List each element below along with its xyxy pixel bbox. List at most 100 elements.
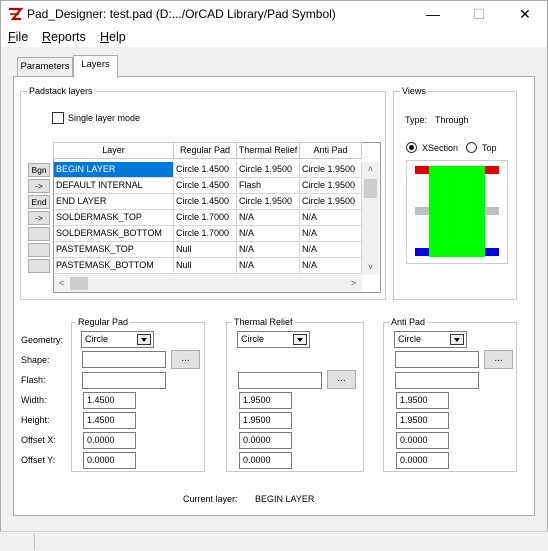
scroll-up-arrow-icon[interactable]: ˄ <box>362 162 379 177</box>
single-layer-mode-checkbox[interactable] <box>52 112 64 124</box>
grid-cell-layer[interactable]: DEFAULT INTERNAL <box>54 178 174 194</box>
editor-row-label: Offset Y: <box>21 455 56 465</box>
maximize-button[interactable]: ☐ <box>456 1 502 28</box>
xsection-radio[interactable] <box>406 142 417 153</box>
scroll-left-arrow-icon[interactable]: < <box>54 276 69 291</box>
menu-reports-mnemonic: R <box>42 30 52 44</box>
grid-header-anti-pad: Anti Pad <box>300 142 362 159</box>
regular-shape-field[interactable] <box>82 351 166 368</box>
grid-cell-thermal[interactable]: N/A <box>237 210 300 226</box>
regular-offset-y-field[interactable]: 0.0000 <box>83 452 136 469</box>
anti-shape-browse-button[interactable]: ... <box>484 350 513 369</box>
thermal-height-field[interactable]: 1.9500 <box>239 412 292 429</box>
thermal-offset-y-field[interactable]: 0.0000 <box>239 452 292 469</box>
grid-cell-layer[interactable]: PASTEMASK_TOP <box>54 242 174 258</box>
row-action-button[interactable]: -> <box>28 211 50 225</box>
editor-row-label: Width: <box>21 395 47 405</box>
scroll-down-arrow-icon[interactable]: ˅ <box>362 260 379 275</box>
pad-barrel-shape <box>429 166 485 257</box>
grid-cell-regular[interactable]: Circle 1.7000 <box>174 210 237 226</box>
menu-reports[interactable]: Reports <box>42 27 86 47</box>
grid-cell-layer[interactable]: END LAYER <box>54 194 174 210</box>
thermal-width-field[interactable]: 1.9500 <box>239 392 292 409</box>
anti-height-field[interactable]: 1.9500 <box>396 412 449 429</box>
anti-flash-field[interactable] <box>395 372 479 389</box>
grid-cell-anti[interactable]: Circle 1.9500 <box>300 178 362 194</box>
menu-file-mnemonic: F <box>8 30 16 44</box>
anti-offset-y-field[interactable]: 0.0000 <box>396 452 449 469</box>
regular-width-field[interactable]: 1.4500 <box>83 392 136 409</box>
regular-offset-x-field[interactable]: 0.0000 <box>83 432 136 449</box>
regular-shape-browse-button[interactable]: ... <box>171 350 200 369</box>
grid-cell-regular[interactable]: Circle 1.4500 <box>174 178 237 194</box>
menu-file[interactable]: File <box>8 27 28 47</box>
grid-cell-thermal[interactable]: Flash <box>237 178 300 194</box>
thermal-offset-x-field[interactable]: 0.0000 <box>239 432 292 449</box>
internal-layer-left-mark <box>415 207 429 215</box>
grid-cell-regular[interactable]: Null <box>174 258 237 274</box>
grid-header-regular-pad: Regular Pad <box>174 142 237 159</box>
menu-help[interactable]: Help <box>100 27 126 47</box>
thermal-flash-browse-button[interactable]: ... <box>327 370 356 389</box>
grid-cell-regular[interactable]: Circle 1.7000 <box>174 226 237 242</box>
chevron-down-icon <box>450 334 464 345</box>
grid-cell-anti[interactable]: N/A <box>300 242 362 258</box>
menu-help-mnemonic: H <box>100 30 110 44</box>
grid-cell-thermal[interactable]: N/A <box>237 258 300 274</box>
editor-row-label: Shape: <box>21 355 50 365</box>
grid-cell-anti[interactable]: Circle 1.9500 <box>300 162 362 178</box>
tab-parameters[interactable]: Parameters <box>17 57 73 77</box>
minimize-button[interactable]: — <box>410 1 456 28</box>
grid-cell-regular[interactable]: Circle 1.4500 <box>174 194 237 210</box>
row-action-button[interactable] <box>28 227 50 241</box>
anti-offset-x-field[interactable]: 0.0000 <box>396 432 449 449</box>
grid-cell-regular[interactable]: Circle 1.4500 <box>174 162 237 178</box>
thermal-geometry-value: Circle <box>241 334 265 344</box>
regular-geometry-value: Circle <box>85 334 109 344</box>
thermal-flash-field[interactable] <box>238 372 322 389</box>
status-divider <box>34 534 35 550</box>
grid-horizontal-scrollbar[interactable]: < > <box>54 275 362 292</box>
grid-cell-anti[interactable]: N/A <box>300 226 362 242</box>
row-action-button[interactable]: Bgn <box>28 163 50 177</box>
anti-geometry-dropdown[interactable]: Circle <box>394 331 467 348</box>
title-bar: Pad_Designer: test.pad (D:.../OrCAD Libr… <box>0 0 548 27</box>
anti-shape-field[interactable] <box>395 351 479 368</box>
grid-cell-thermal[interactable]: N/A <box>237 242 300 258</box>
thermal-geometry-dropdown[interactable]: Circle <box>237 331 310 348</box>
bottom-layer-left-mark <box>415 248 429 256</box>
grid-cell-thermal[interactable]: Circle 1.9500 <box>237 194 300 210</box>
row-action-button[interactable]: End <box>28 195 50 209</box>
window-title: Pad_Designer: test.pad (D:.../OrCAD Libr… <box>27 7 336 21</box>
regular-flash-field[interactable] <box>82 372 166 389</box>
scroll-thumb-horizontal[interactable] <box>70 277 88 290</box>
grid-cell-anti[interactable]: N/A <box>300 210 362 226</box>
grid-cell-layer[interactable]: SOLDERMASK_TOP <box>54 210 174 226</box>
grid-cell-thermal[interactable]: Circle 1.9500 <box>237 162 300 178</box>
grid-cell-layer[interactable]: SOLDERMASK_BOTTOM <box>54 226 174 242</box>
anti-pad-label: Anti Pad <box>389 317 428 327</box>
grid-cell-regular[interactable]: Null <box>174 242 237 258</box>
internal-layer-right-mark <box>485 207 499 215</box>
scroll-thumb[interactable] <box>364 179 377 198</box>
tab-layers[interactable]: Layers <box>73 55 118 78</box>
editor-row-label: Geometry: <box>21 335 64 345</box>
row-action-button[interactable] <box>28 243 50 257</box>
top-radio[interactable] <box>466 142 477 153</box>
grid-cell-layer[interactable]: BEGIN LAYER <box>54 162 174 178</box>
regular-height-field[interactable]: 1.4500 <box>83 412 136 429</box>
grid-cell-anti[interactable]: N/A <box>300 258 362 274</box>
anti-width-field[interactable]: 1.9500 <box>396 392 449 409</box>
grid-cell-layer[interactable]: PASTEMASK_BOTTOM <box>54 258 174 274</box>
scroll-right-arrow-icon[interactable]: > <box>346 276 361 291</box>
regular-geometry-dropdown[interactable]: Circle <box>81 331 154 348</box>
row-action-button[interactable]: -> <box>28 179 50 193</box>
editor-row-label: Height: <box>21 415 50 425</box>
bottom-layer-right-mark <box>485 248 499 256</box>
editor-row-label: Offset X: <box>21 435 56 445</box>
grid-vertical-scrollbar[interactable]: ˄ ˅ <box>362 162 379 275</box>
grid-cell-thermal[interactable]: N/A <box>237 226 300 242</box>
row-action-button[interactable] <box>28 259 50 273</box>
grid-cell-anti[interactable]: Circle 1.9500 <box>300 194 362 210</box>
close-button[interactable]: ✕ <box>502 1 548 28</box>
